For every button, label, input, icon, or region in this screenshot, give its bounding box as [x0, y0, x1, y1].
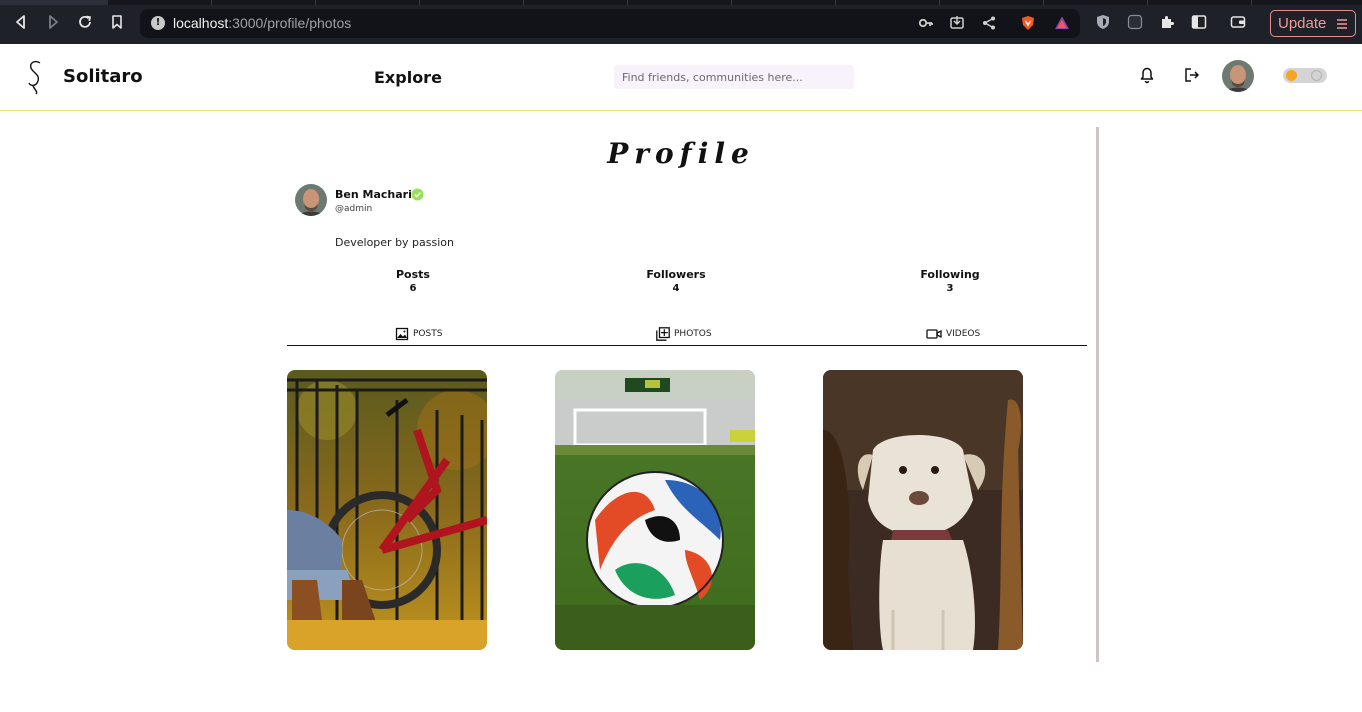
stat-value: 6: [409, 283, 417, 294]
key-icon[interactable]: [918, 15, 934, 31]
tab-photos[interactable]: PHOTOS: [656, 327, 712, 341]
sidebar-icon[interactable]: [1191, 14, 1207, 30]
address-bar[interactable]: ! localhost:3000/profile/photos: [140, 9, 1080, 38]
tab-label: PHOTOS: [674, 329, 712, 339]
url-text[interactable]: localhost:3000/profile/photos: [173, 15, 351, 31]
browser-chrome: ! localhost:3000/profile/photos Update: [0, 0, 1362, 44]
tab-videos[interactable]: VIDEOS: [926, 327, 980, 341]
brand-name[interactable]: Solitaro: [63, 66, 143, 87]
share-icon[interactable]: [981, 15, 997, 31]
reload-icon[interactable]: [76, 13, 94, 31]
explore-link[interactable]: Explore: [374, 68, 442, 87]
extension-square-icon[interactable]: [1127, 14, 1143, 30]
scrollbar[interactable]: [1096, 127, 1099, 662]
verified-badge-icon: [411, 188, 424, 201]
url-path: :3000/profile/photos: [228, 15, 352, 31]
stat-label: Posts: [396, 268, 430, 281]
app-header: Solitaro Explore: [0, 44, 1362, 111]
photo-bicycle[interactable]: [287, 370, 487, 650]
tabs-divider: [287, 345, 1087, 346]
brave-rewards-icon[interactable]: [1054, 15, 1070, 31]
stat-value: 4: [672, 283, 680, 294]
video-icon: [926, 329, 942, 339]
back-icon[interactable]: [12, 13, 30, 31]
page-title: Profile: [607, 137, 755, 170]
tab-label: VIDEOS: [946, 329, 981, 339]
url-host: localhost: [173, 15, 229, 31]
update-button[interactable]: Update: [1270, 10, 1356, 37]
user-avatar[interactable]: [1222, 60, 1254, 92]
site-info-icon[interactable]: !: [151, 16, 165, 30]
stat-following[interactable]: Following 3: [900, 268, 1000, 294]
tab-strip: [0, 0, 1362, 5]
sun-icon: [1286, 70, 1297, 81]
photos-icon: [656, 327, 670, 341]
profile-avatar: [295, 184, 327, 216]
stat-value: 3: [946, 283, 954, 294]
image-icon: [395, 327, 409, 341]
forward-icon[interactable]: [44, 13, 62, 31]
search-input[interactable]: [614, 65, 854, 89]
bookmark-icon[interactable]: [108, 13, 126, 31]
stat-label: Following: [920, 268, 980, 281]
update-label: Update: [1278, 15, 1327, 32]
extensions-puzzle-icon[interactable]: [1159, 14, 1175, 30]
brave-shield-icon[interactable]: [1020, 15, 1036, 31]
tab-label: POSTS: [413, 329, 443, 339]
logout-icon[interactable]: [1183, 66, 1201, 84]
wallet-icon[interactable]: [1230, 14, 1246, 30]
photo-dogs[interactable]: [823, 370, 1023, 650]
theme-toggle[interactable]: [1283, 68, 1327, 83]
install-icon[interactable]: [949, 15, 965, 31]
profile-handle: @admin: [335, 204, 373, 214]
photo-football[interactable]: [555, 370, 755, 650]
tab-posts[interactable]: POSTS: [395, 327, 442, 341]
stat-followers[interactable]: Followers 4: [626, 268, 726, 294]
stat-posts[interactable]: Posts 6: [363, 268, 463, 294]
stat-label: Followers: [646, 268, 706, 281]
logo-icon[interactable]: [24, 59, 46, 95]
profile-name: Ben Macharia: [335, 188, 420, 201]
active-tab[interactable]: [0, 0, 108, 5]
moon-icon: [1311, 70, 1322, 81]
menu-icon: [1337, 19, 1347, 29]
bell-icon[interactable]: [1138, 66, 1156, 84]
profile-bio: Developer by passion: [335, 236, 455, 249]
vpn-shield-icon[interactable]: [1095, 14, 1111, 30]
